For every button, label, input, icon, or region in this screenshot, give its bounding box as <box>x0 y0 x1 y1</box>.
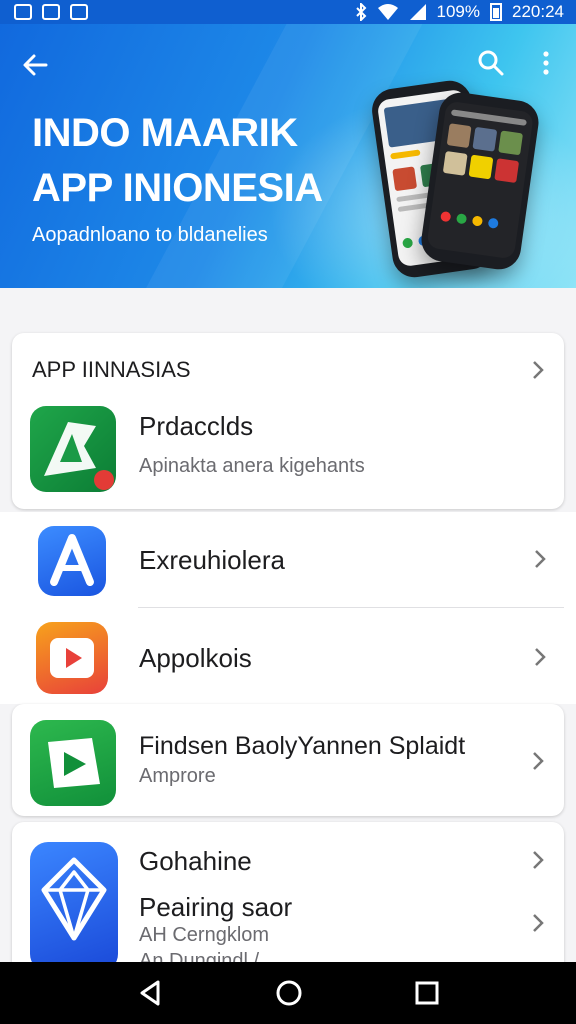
app-icon[interactable] <box>38 526 106 596</box>
featured-apps-card: APP IINNASIAS Prdacclds Apinakta anera k… <box>12 333 564 509</box>
app-icon[interactable] <box>30 406 116 492</box>
section-header: APP IINNASIAS <box>32 357 191 382</box>
back-arrow-icon[interactable] <box>20 50 50 80</box>
app-icon[interactable] <box>30 720 116 806</box>
hero-title-line: APP INIONESIA <box>32 166 323 210</box>
navigation-bar <box>0 962 576 1024</box>
hero-subtitle: Aopadnloano to bldanelies <box>32 224 268 246</box>
app-title[interactable]: Gohahine <box>139 846 252 877</box>
app-title[interactable]: Appolkois <box>139 643 252 674</box>
wifi-icon <box>377 4 398 20</box>
chevron-right-icon[interactable] <box>530 750 546 772</box>
signal-icon <box>409 4 426 20</box>
chevron-right-icon[interactable] <box>532 646 548 668</box>
more-options-icon[interactable] <box>536 48 556 78</box>
app-subtitle: AH Cerngklom <box>139 924 270 946</box>
notification-icons <box>14 4 88 20</box>
chevron-right-icon[interactable] <box>532 548 548 570</box>
hero-title-line: INDO MAARIK <box>32 111 298 155</box>
chevron-right-icon[interactable] <box>530 849 546 871</box>
recents-square-icon[interactable] <box>410 976 444 1010</box>
battery-icon <box>490 3 502 21</box>
hero-title: INDO MAARIK APP INIONESIA <box>32 106 352 216</box>
search-icon[interactable] <box>476 48 506 78</box>
clock: 220:24 <box>512 2 564 21</box>
app-icon[interactable] <box>30 842 118 972</box>
status-bar: 109% 220:24 <box>0 0 576 24</box>
app-title[interactable]: Peairing saor <box>139 892 292 923</box>
notification-icon <box>70 4 88 20</box>
app-icon[interactable] <box>36 622 108 694</box>
chevron-right-icon[interactable] <box>530 912 546 934</box>
app-title[interactable]: Findsen BaolyYannen Splaidt <box>139 732 465 761</box>
list-item[interactable]: Appolkois <box>0 608 576 704</box>
battery-percent: 109% <box>436 2 480 21</box>
app-subtitle: Apinakta anera kigehants <box>139 455 365 477</box>
notification-icon <box>42 4 60 20</box>
list-item[interactable]: Findsen BaolyYannen Splaidt Amprore <box>12 704 564 816</box>
hero-banner: INDO MAARIK APP INIONESIA Aopadnloano to… <box>0 24 576 288</box>
app-title[interactable]: Exreuhiolera <box>139 545 285 576</box>
back-triangle-icon[interactable] <box>134 976 168 1010</box>
chevron-right-icon[interactable] <box>530 359 546 381</box>
home-circle-icon[interactable] <box>272 976 306 1010</box>
list-item[interactable]: Exreuhiolera <box>0 512 576 608</box>
app-title[interactable]: Prdacclds <box>139 411 253 442</box>
app-subtitle: Amprore <box>139 765 216 787</box>
bluetooth-icon <box>355 3 366 21</box>
notification-icon <box>14 4 32 20</box>
